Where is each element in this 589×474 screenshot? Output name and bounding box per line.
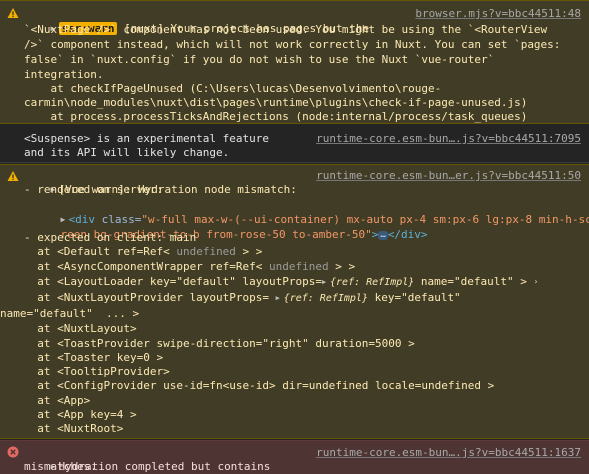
stack-frame: at <NuxtLayoutProvider layoutProps= ▶ {re…: [24, 291, 461, 305]
ref-object[interactable]: {ref: RefImpl}: [330, 277, 414, 288]
info-text: and its API will likely change.: [24, 146, 230, 159]
source-link[interactable]: runtime-core.esm-bun…er.js?v=bbc44511:50: [316, 169, 581, 183]
console-error-hydration: ▶ Hydration completed but contains runtim…: [0, 440, 589, 474]
warning-text: integration.: [24, 68, 104, 81]
ref-object[interactable]: {ref: RefImpl}: [284, 293, 368, 304]
ellipsis-expand-button[interactable]: …: [378, 231, 388, 240]
stack-frame: carmin\node_modules\nuxt\dist\pages\runt…: [24, 96, 528, 109]
console-info-suspense: runtime-core.esm-bun….js?v=bbc44511:7095…: [0, 125, 589, 163]
warning-icon: [7, 171, 19, 181]
warning-text: `<NuxtPage />` component has not been us…: [24, 23, 548, 36]
stack-frame: at <NuxtLayout>: [24, 322, 137, 335]
html-tag: </div>: [387, 228, 428, 241]
stack-frame-cont: name="default" ... >: [0, 307, 140, 320]
stack-frame: at <AsyncComponentWrapper ref=Ref< undef…: [24, 260, 356, 273]
source-link[interactable]: browser.mjs?v=bbc44511:48: [415, 7, 581, 21]
warning-icon: [7, 8, 19, 18]
stack-frame: at <App key=4 >: [24, 408, 137, 421]
expected-label: - expected on client: main: [24, 231, 197, 244]
source-link[interactable]: runtime-core.esm-bun….js?v=bbc44511:7095: [316, 132, 581, 146]
expand-triangle-icon[interactable]: ▶: [322, 275, 330, 289]
stack-frame: at <ToastProvider swipe-direction="right…: [24, 337, 415, 350]
stack-frame: at <App>: [24, 394, 91, 407]
info-text: <Suspense> is an experimental feature: [24, 132, 270, 145]
expand-triangle-icon[interactable]: ▶: [276, 291, 284, 305]
stack-frame: at <TooltipProvider>: [24, 365, 170, 378]
console-warning-hydration: ▶ [Vue warn]: Hydration node mismatch: ru…: [0, 164, 589, 439]
source-link[interactable]: runtime-core.esm-bun….js?v=bbc44511:1637: [316, 446, 581, 460]
stack-frame: at <LayoutLoader key="default" layoutPro…: [24, 275, 539, 289]
warning-text: />` component instead, which will not wo…: [24, 38, 561, 51]
error-icon: [7, 446, 19, 458]
rendered-label: - rendered on server:: [24, 183, 164, 196]
stack-frame: at checkIfPageUnused (C:\Users\lucas\Des…: [24, 82, 442, 95]
console-warning-ssr: ▶ ssr:warn [nuxt] Your project has pages …: [0, 0, 589, 124]
warning-text: false` in `nuxt.config` if you do not wi…: [24, 53, 495, 66]
stack-frame: at <Toaster key=0 >: [24, 351, 164, 364]
stack-frame: at <Default ref=Ref< undefined > >: [24, 245, 263, 258]
stack-frame: at <ConfigProvider use-id=fn<use-id> dir…: [24, 379, 495, 392]
error-text: mismatches.: [24, 460, 97, 473]
stack-frame: at process.processTicksAndRejections (no…: [24, 110, 528, 123]
stack-frame: at <NuxtRoot>: [24, 422, 124, 435]
